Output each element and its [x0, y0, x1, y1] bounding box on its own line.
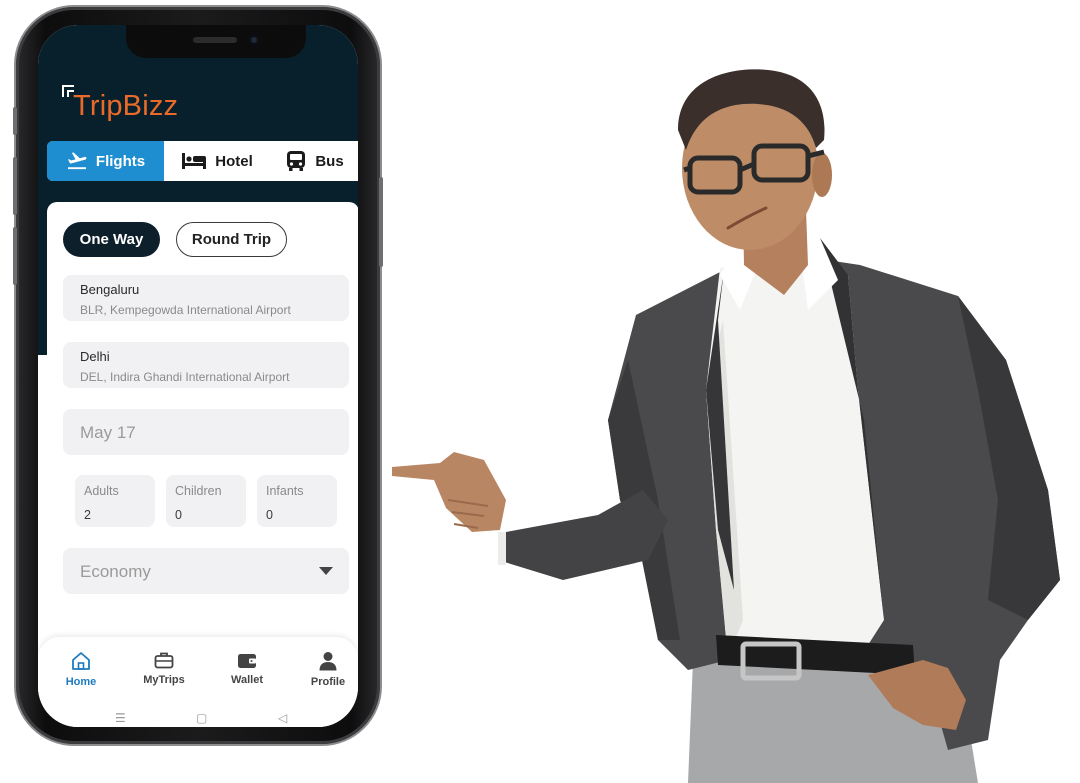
phone-notch — [126, 25, 306, 58]
nav-home[interactable]: Home — [49, 651, 113, 688]
tab-hotel[interactable]: Hotel — [164, 141, 270, 181]
tab-flights[interactable]: Flights — [47, 141, 164, 181]
brand-logo: TripBizz — [73, 90, 179, 122]
businessman-pointing-illustration — [392, 69, 1060, 783]
system-nav-bar: ☰ ▢ ◁ — [38, 711, 358, 725]
tab-bus[interactable]: Bus — [270, 141, 358, 181]
pointing-hand — [392, 452, 506, 532]
nav-mytrips[interactable]: MyTrips — [132, 651, 196, 686]
system-back-icon[interactable]: ◁ — [278, 711, 287, 725]
from-airport: BLR, Kempegowda International Airport — [80, 303, 291, 317]
volume-up-button — [13, 157, 17, 215]
person-icon — [319, 652, 337, 671]
nav-mytrips-label: MyTrips — [143, 674, 185, 686]
bottom-navigation: Home MyTrips Wallet Profile ☰ ▢ ◁ — [38, 637, 358, 727]
phone-screen: TripBizz Flights Hotel Bus One Way Round… — [38, 25, 358, 727]
pointing-arm — [498, 490, 668, 580]
system-menu-icon[interactable]: ☰ — [115, 711, 126, 725]
nav-profile[interactable]: Profile — [296, 651, 358, 688]
bed-icon — [182, 153, 207, 169]
nav-profile-label: Profile — [310, 676, 346, 688]
from-city: Bengaluru — [80, 282, 140, 297]
tab-bus-label: Bus — [315, 152, 344, 170]
speaker-grille — [193, 37, 237, 43]
date-value: May 17 — [80, 423, 136, 442]
caret-down-icon — [319, 567, 333, 575]
cabin-class-select[interactable]: Economy — [63, 548, 349, 594]
round-trip-button[interactable]: Round Trip — [176, 222, 287, 257]
airplane-takeoff-icon — [67, 152, 87, 170]
front-camera — [249, 35, 259, 45]
infants-value: 0 — [266, 508, 273, 522]
to-airport: DEL, Indira Ghandi International Airport — [80, 370, 290, 384]
nav-wallet-label: Wallet — [231, 674, 263, 686]
infants-label: Infants — [266, 484, 304, 498]
power-button — [379, 177, 383, 267]
adults-field[interactable]: Adults 2 — [75, 475, 155, 527]
phone-mockup: TripBizz Flights Hotel Bus One Way Round… — [13, 7, 383, 744]
date-field[interactable]: May 17 — [63, 409, 349, 455]
to-city: Delhi — [80, 349, 110, 364]
flight-search-form: One Way Round Trip Bengaluru BLR, Kempeg… — [47, 202, 358, 616]
home-icon — [72, 652, 90, 670]
briefcase-icon — [154, 652, 174, 669]
adults-value: 2 — [84, 508, 91, 522]
wallet-icon — [238, 654, 256, 668]
nav-home-label: Home — [65, 676, 97, 688]
tab-flights-label: Flights — [95, 152, 146, 170]
booking-type-tabs: Flights Hotel Bus — [47, 141, 358, 181]
to-field[interactable]: Delhi DEL, Indira Ghandi International A… — [63, 342, 349, 388]
children-label: Children — [175, 484, 222, 498]
mute-switch — [13, 107, 17, 135]
system-home-icon[interactable]: ▢ — [196, 711, 207, 725]
adults-label: Adults — [84, 484, 119, 498]
tab-hotel-label: Hotel — [215, 152, 253, 170]
nav-wallet[interactable]: Wallet — [215, 651, 279, 686]
from-field[interactable]: Bengaluru BLR, Kempegowda International … — [63, 275, 349, 321]
bus-icon — [287, 151, 306, 171]
infants-field[interactable]: Infants 0 — [257, 475, 337, 527]
volume-down-button — [13, 227, 17, 285]
cabin-class-value: Economy — [80, 562, 151, 581]
children-value: 0 — [175, 508, 182, 522]
children-field[interactable]: Children 0 — [166, 475, 246, 527]
one-way-button[interactable]: One Way — [63, 222, 160, 257]
trip-type-toggle: One Way Round Trip — [63, 222, 287, 257]
